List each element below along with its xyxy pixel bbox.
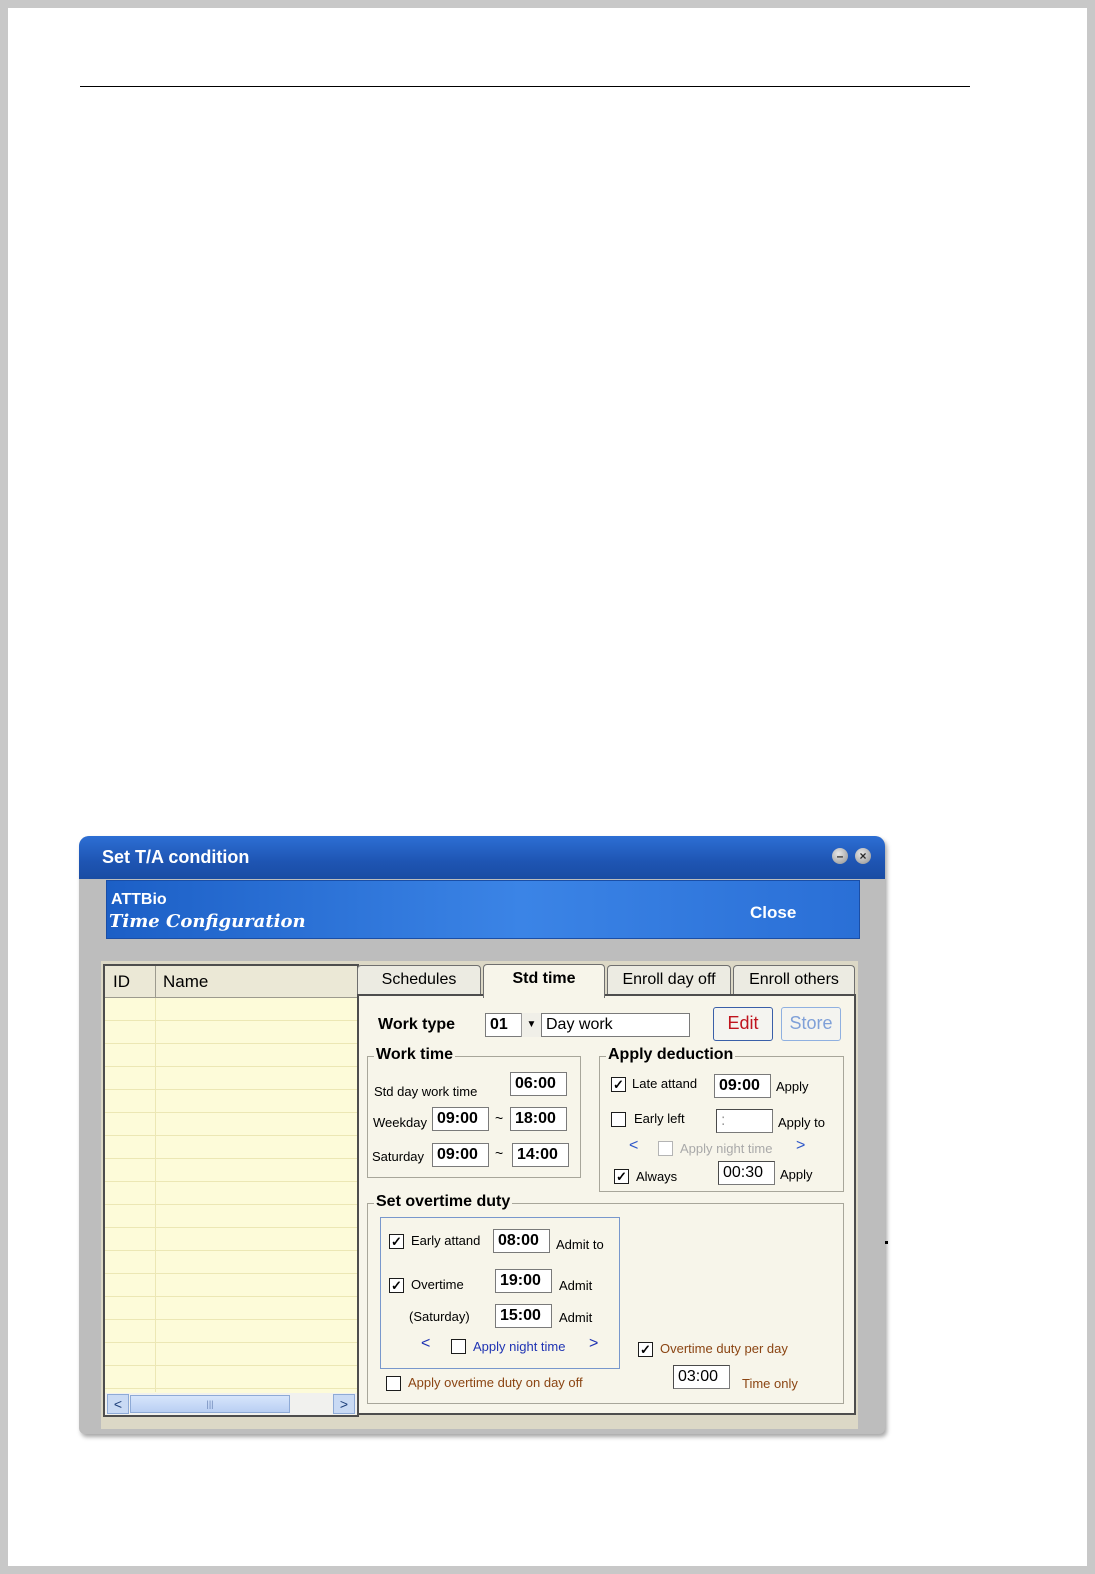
- column-header-id[interactable]: ID: [113, 972, 130, 992]
- deduction-prev-icon[interactable]: <: [629, 1137, 638, 1155]
- weekday-end-field[interactable]: 18:00: [510, 1107, 567, 1131]
- saturday-label: Saturday: [372, 1149, 425, 1164]
- deduction-night-time-label: Apply night time: [680, 1141, 773, 1156]
- ta-condition-window: Set T/A condition – × ATTBio Time Config…: [79, 836, 885, 1434]
- edit-button[interactable]: Edit: [713, 1007, 773, 1041]
- overtime-checkbox[interactable]: ✓: [389, 1278, 404, 1293]
- list-rows[interactable]: [105, 998, 357, 1392]
- weekday-start-field[interactable]: 09:00: [432, 1107, 489, 1131]
- close-icon[interactable]: ×: [855, 848, 871, 864]
- per-day-label: Overtime duty per day: [660, 1341, 788, 1356]
- scroll-right-icon[interactable]: >: [333, 1394, 355, 1414]
- chevron-down-icon[interactable]: ▼: [521, 1013, 541, 1037]
- overtime-duty-title: Set overtime duty: [374, 1193, 513, 1211]
- list-header: ID Name: [105, 966, 357, 998]
- late-attend-checkbox[interactable]: ✓: [611, 1077, 626, 1092]
- day-off-label: Apply overtime duty on day off: [408, 1375, 583, 1390]
- early-attend-checkbox[interactable]: ✓: [389, 1234, 404, 1249]
- std-time-panel: Work type 01 ▼ Day work Edit Store Work …: [357, 994, 856, 1415]
- early-left-field[interactable]: :: [716, 1109, 773, 1133]
- overtime-next-icon[interactable]: >: [589, 1335, 598, 1353]
- horizontal-scrollbar[interactable]: < ||| >: [105, 1393, 357, 1415]
- employee-list[interactable]: ID Name < ||| >: [103, 964, 359, 1417]
- tab-schedules[interactable]: Schedules: [357, 965, 481, 995]
- work-type-name-field[interactable]: Day work: [541, 1013, 690, 1037]
- overtime-saturday-label: (Saturday): [409, 1309, 470, 1324]
- always-field[interactable]: 00:30: [718, 1161, 775, 1185]
- apply-deduction-title: Apply deduction: [606, 1046, 736, 1064]
- per-day-field[interactable]: 03:00: [673, 1365, 730, 1389]
- overtime-field[interactable]: 19:00: [495, 1269, 552, 1293]
- brand-name: ATTBio: [111, 891, 167, 908]
- scroll-left-icon[interactable]: <: [107, 1394, 129, 1414]
- weekday-range-separator: ~: [495, 1110, 504, 1126]
- std-day-label: Std day work time: [374, 1084, 478, 1099]
- day-off-checkbox[interactable]: [386, 1376, 401, 1391]
- overtime-night-time-checkbox[interactable]: [451, 1339, 466, 1354]
- saturday-start-field[interactable]: 09:00: [432, 1143, 489, 1167]
- work-type-code-value: 01: [490, 1016, 508, 1033]
- apply-deduction-group: Apply deduction ✓ Late attand 09:00 Appl…: [599, 1046, 844, 1192]
- overtime-inner-box: ✓ Early attand 08:00 Admit to ✓ Overtime…: [380, 1217, 620, 1369]
- window-titlebar[interactable]: Set T/A condition – ×: [79, 836, 885, 879]
- saturday-range-separator: ~: [495, 1145, 504, 1161]
- per-day-suffix: Time only: [742, 1376, 798, 1391]
- column-divider[interactable]: [155, 966, 156, 997]
- tab-enroll-day-off[interactable]: Enroll day off: [607, 965, 731, 995]
- overtime-label: Overtime: [411, 1277, 464, 1292]
- tab-strip: Schedules Std time Enroll day off Enroll…: [357, 964, 857, 998]
- tab-std-time[interactable]: Std time: [483, 964, 605, 998]
- tab-enroll-others[interactable]: Enroll others: [733, 965, 855, 995]
- overtime-saturday-field[interactable]: 15:00: [495, 1304, 552, 1328]
- early-left-checkbox[interactable]: [611, 1112, 626, 1127]
- app-banner: ATTBio Time Configuration Close: [106, 880, 860, 939]
- brand-subtitle: Time Configuration: [109, 911, 306, 932]
- window-title: Set T/A condition: [102, 847, 250, 867]
- always-suffix: Apply: [780, 1167, 813, 1182]
- minimize-icon[interactable]: –: [832, 848, 848, 864]
- work-time-group: Work time Std day work time 06:00 Weekda…: [367, 1046, 581, 1178]
- work-type-label: Work type: [378, 1016, 456, 1033]
- std-day-field[interactable]: 06:00: [510, 1072, 567, 1096]
- per-day-checkbox[interactable]: ✓: [638, 1342, 653, 1357]
- always-checkbox[interactable]: ✓: [614, 1169, 629, 1184]
- early-left-suffix: Apply to: [778, 1115, 825, 1130]
- overtime-suffix: Admit: [559, 1278, 593, 1293]
- store-button[interactable]: Store: [781, 1007, 841, 1041]
- early-attend-field[interactable]: 08:00: [493, 1229, 550, 1253]
- early-left-label: Early left: [634, 1111, 685, 1126]
- work-type-code-select[interactable]: 01 ▼: [485, 1013, 542, 1037]
- deduction-next-icon[interactable]: >: [796, 1137, 805, 1155]
- overtime-night-time-label: Apply night time: [473, 1339, 566, 1354]
- early-attend-label: Early attand: [411, 1233, 481, 1248]
- overtime-saturday-suffix: Admit: [559, 1310, 593, 1325]
- work-time-title: Work time: [374, 1046, 456, 1064]
- weekday-label: Weekday: [373, 1115, 427, 1130]
- overtime-prev-icon[interactable]: <: [421, 1335, 430, 1353]
- header-rule: [80, 86, 970, 87]
- close-button[interactable]: Close: [750, 903, 796, 923]
- late-attend-suffix: Apply: [776, 1079, 809, 1094]
- always-label: Always: [636, 1169, 678, 1184]
- late-attend-field[interactable]: 09:00: [714, 1074, 771, 1098]
- late-attend-label: Late attand: [632, 1076, 698, 1091]
- client-area: ID Name < ||| > Schedules Std time Enrol…: [101, 961, 858, 1429]
- overtime-duty-group: Set overtime duty ✓ Early attand 08:00 A…: [367, 1193, 844, 1404]
- scroll-thumb[interactable]: |||: [130, 1395, 290, 1413]
- page-mark: [885, 1241, 888, 1244]
- column-header-name[interactable]: Name: [163, 972, 208, 992]
- early-attend-suffix: Admit to: [556, 1237, 604, 1252]
- saturday-end-field[interactable]: 14:00: [512, 1143, 569, 1167]
- deduction-night-time-checkbox[interactable]: [658, 1141, 673, 1156]
